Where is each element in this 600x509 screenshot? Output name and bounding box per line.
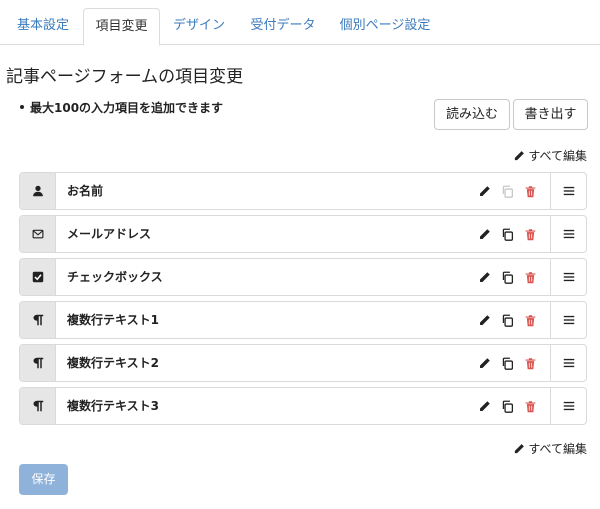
export-button[interactable]: 書き出す	[513, 99, 588, 130]
copy-icon[interactable]	[500, 399, 514, 413]
envelope-icon	[32, 225, 44, 244]
trash-icon[interactable]	[523, 313, 537, 327]
tab-page-settings[interactable]: 個別ページ設定	[330, 8, 440, 45]
field-row: 複数行テキスト2	[19, 344, 587, 382]
field-row: 複数行テキスト1	[19, 301, 587, 339]
load-button[interactable]: 読み込む	[434, 99, 510, 130]
trash-icon[interactable]	[523, 227, 537, 241]
copy-icon[interactable]	[500, 313, 514, 327]
field-type-box	[20, 259, 56, 295]
trash-icon[interactable]	[523, 399, 537, 413]
paragraph-icon	[32, 397, 44, 416]
trash-icon[interactable]	[523, 356, 537, 370]
tab-basic-settings[interactable]: 基本設定	[6, 8, 80, 45]
edit-all-link-bottom[interactable]: すべて編集	[513, 440, 587, 457]
drag-handle-icon[interactable]	[550, 173, 586, 209]
field-type-box	[20, 388, 56, 424]
copy-icon	[500, 184, 514, 198]
trash-icon[interactable]	[523, 184, 537, 198]
paragraph-icon	[32, 354, 44, 373]
checkbox-icon	[32, 268, 44, 287]
save-button[interactable]: 保存	[19, 464, 68, 495]
field-row: メールアドレス	[19, 215, 587, 253]
paragraph-icon	[32, 311, 44, 330]
field-label: メールアドレス	[67, 227, 152, 241]
field-row: お名前	[19, 172, 587, 210]
trash-icon[interactable]	[523, 270, 537, 284]
field-label: チェックボックス	[67, 270, 163, 284]
field-limit-notice: 最大100の入力項目を追加できます	[19, 101, 224, 115]
field-type-box	[20, 345, 56, 381]
drag-handle-icon[interactable]	[550, 345, 586, 381]
field-row: 複数行テキスト3	[19, 387, 587, 425]
edit-all-label: すべて編集	[528, 442, 587, 456]
field-row: チェックボックス	[19, 258, 587, 296]
drag-handle-icon[interactable]	[550, 302, 586, 338]
pencil-icon[interactable]	[477, 184, 491, 198]
tab-received-data[interactable]: 受付データ	[240, 8, 326, 45]
field-label: お名前	[67, 184, 104, 198]
copy-icon[interactable]	[500, 270, 514, 284]
field-type-box	[20, 216, 56, 252]
pencil-icon[interactable]	[477, 313, 491, 327]
edit-all-link-top[interactable]: すべて編集	[513, 147, 587, 164]
field-type-box	[20, 173, 56, 209]
tab-bar: 基本設定 項目変更 デザイン 受付データ 個別ページ設定	[0, 0, 600, 46]
user-icon	[32, 182, 44, 201]
edit-all-label: すべて編集	[528, 149, 587, 163]
pencil-icon	[515, 443, 525, 453]
field-type-box	[20, 302, 56, 338]
pencil-icon[interactable]	[477, 399, 491, 413]
drag-handle-icon[interactable]	[550, 259, 586, 295]
pencil-icon	[515, 150, 525, 160]
field-label: 複数行テキスト2	[67, 356, 159, 370]
tab-field-edit[interactable]: 項目変更	[83, 8, 160, 46]
copy-icon[interactable]	[500, 227, 514, 241]
page-title: 記事ページフォームの項目変更	[6, 67, 244, 87]
field-label: 複数行テキスト1	[67, 313, 159, 327]
drag-handle-icon[interactable]	[550, 388, 586, 424]
field-label: 複数行テキスト3	[67, 399, 159, 413]
pencil-icon[interactable]	[477, 227, 491, 241]
pencil-icon[interactable]	[477, 270, 491, 284]
copy-icon[interactable]	[500, 356, 514, 370]
tab-design[interactable]: デザイン	[162, 8, 236, 45]
pencil-icon[interactable]	[477, 356, 491, 370]
drag-handle-icon[interactable]	[550, 216, 586, 252]
